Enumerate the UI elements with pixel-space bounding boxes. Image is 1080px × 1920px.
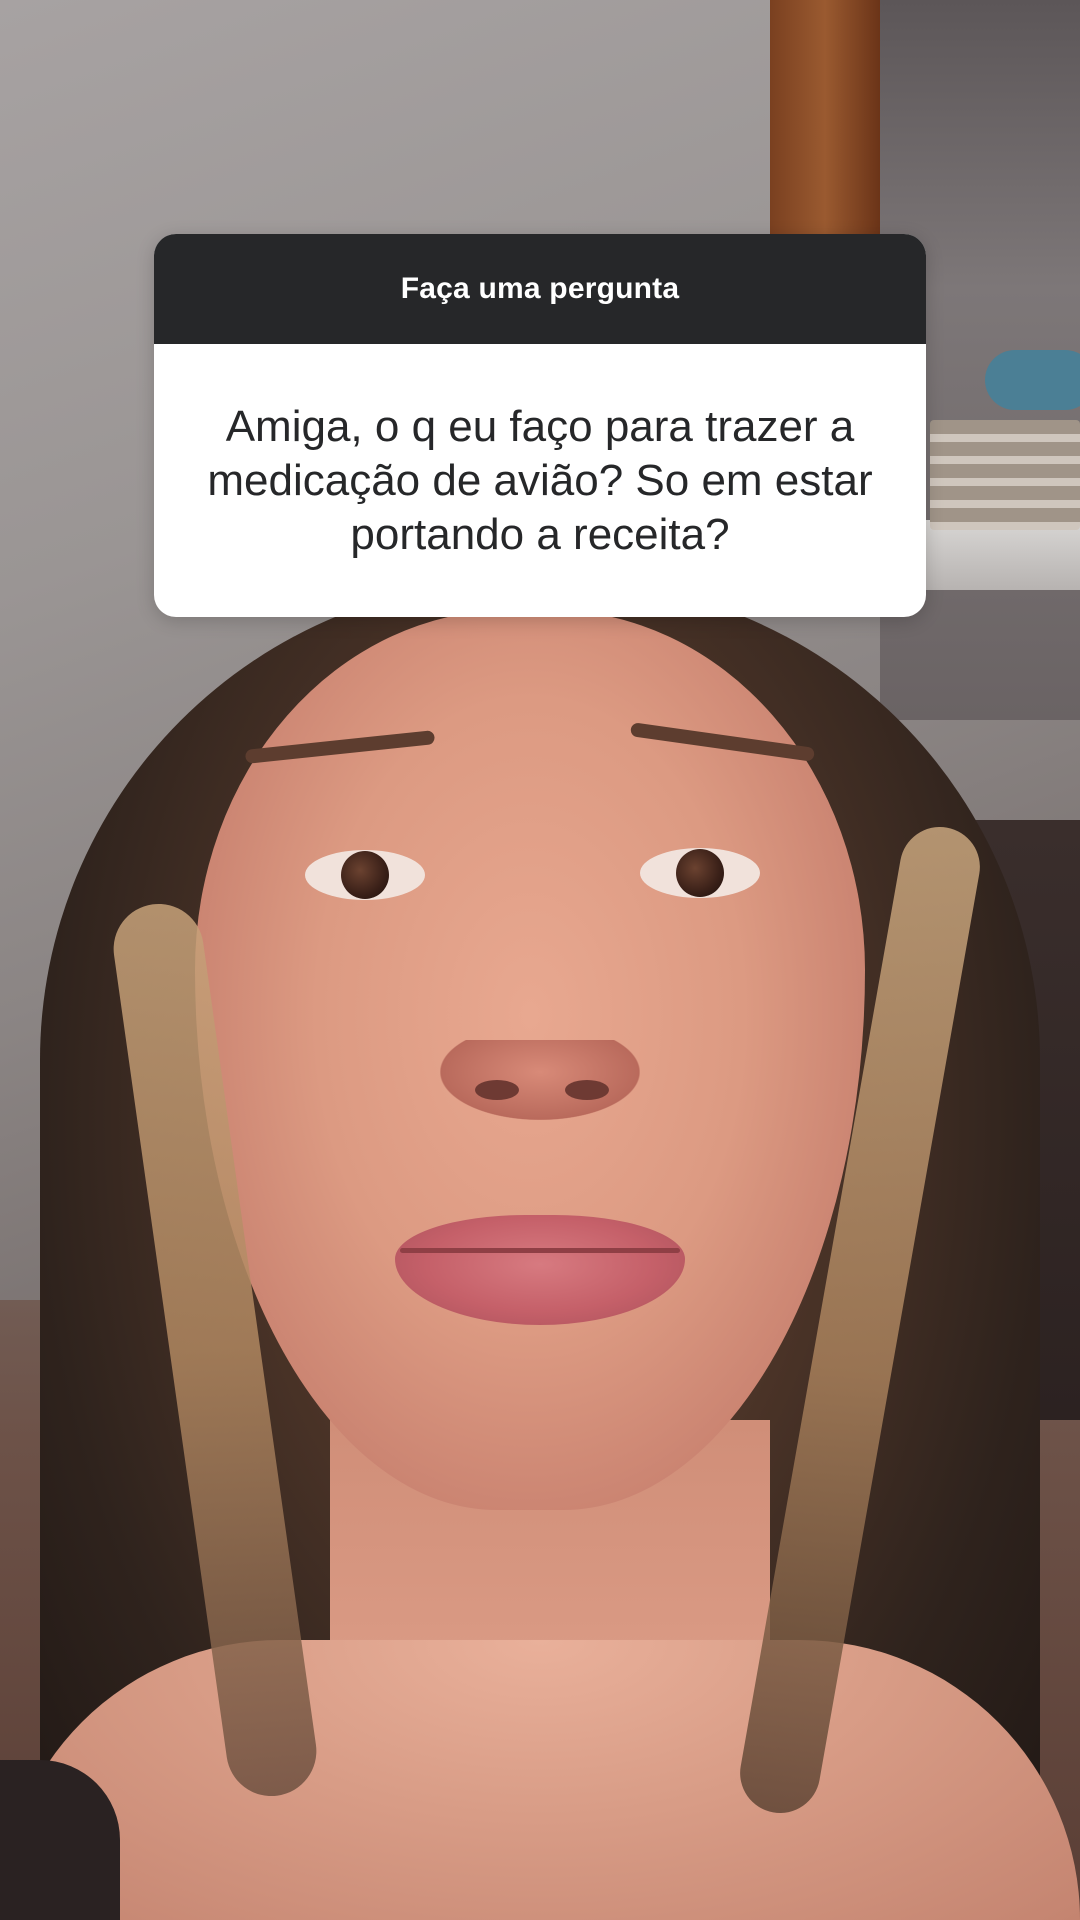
background-blue-object [985,350,1080,410]
person-iris-left [341,851,389,899]
question-sticker[interactable]: Faça uma pergunta Amiga, o q eu faço par… [154,234,926,617]
background-books [930,420,1080,530]
background-shelf [900,520,1080,590]
question-sticker-title: Faça uma pergunta [400,272,680,305]
person-eye-left [305,850,425,900]
question-sticker-body: Amiga, o q eu faço para trazer a medicaç… [154,344,926,617]
person-iris-right [676,849,724,897]
person-shoulders [0,1640,1080,1920]
person-nose [440,1040,640,1120]
background-door-frame [770,0,880,260]
person-nostril-left [475,1080,519,1100]
question-sticker-header: Faça uma pergunta [154,234,926,344]
question-text: Amiga, o q eu faço para trazer a medicaç… [207,401,873,559]
person-nostril-right [565,1080,609,1100]
story-view: Faça uma pergunta Amiga, o q eu faço par… [0,0,1080,1920]
person-lip-line [400,1248,680,1253]
person-eye-right [640,848,760,898]
